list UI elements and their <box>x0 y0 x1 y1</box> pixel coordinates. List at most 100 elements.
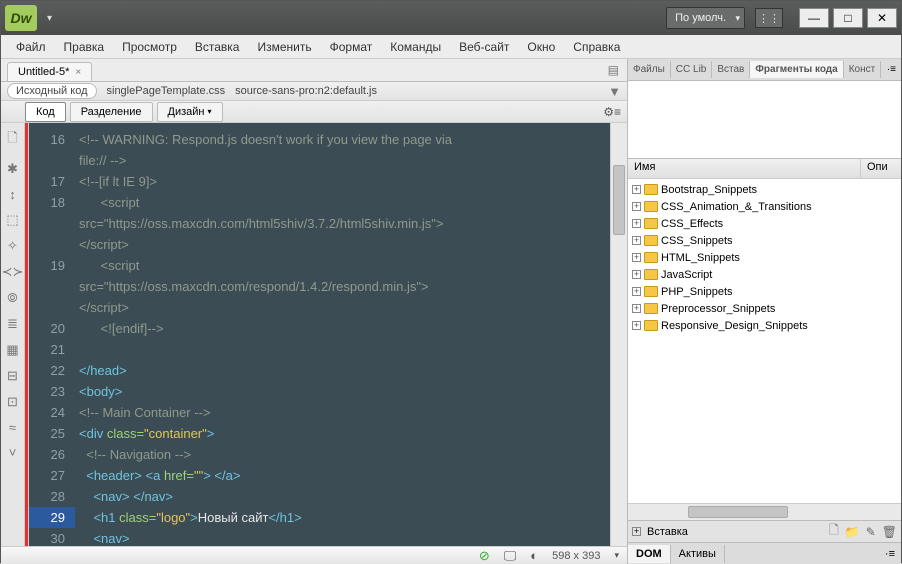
insert-panel-label[interactable]: Вставка <box>647 526 688 538</box>
panel-menu-icon[interactable]: ·≡ <box>879 548 901 560</box>
size-menu-caret[interactable]: ▾ <box>614 550 619 561</box>
tool-icon[interactable]: ⬚ <box>6 212 18 228</box>
menu-item[interactable]: Изменить <box>248 40 320 54</box>
workspace-layout-select[interactable]: По умолч. <box>666 7 745 29</box>
panel-tab[interactable]: Файлы <box>628 61 671 78</box>
tool-icon[interactable]: ▦ <box>6 342 18 358</box>
related-file[interactable]: singlePageTemplate.css <box>107 85 226 97</box>
folder-icon <box>644 252 658 263</box>
expand-icon[interactable]: + <box>632 253 641 262</box>
maximize-button[interactable]: □ <box>833 8 863 28</box>
folder-icon <box>644 303 658 314</box>
snippet-folder[interactable]: + JavaScript <box>628 266 901 283</box>
menu-item[interactable]: Команды <box>381 40 450 54</box>
view-options-icon[interactable]: ⚙≡ <box>603 105 621 119</box>
tool-icon[interactable]: ⦾ <box>7 290 17 306</box>
menu-item[interactable]: Справка <box>564 40 629 54</box>
panel-tab[interactable]: CC Lib <box>671 61 713 78</box>
panel-menu-icon[interactable]: ·≡ <box>882 64 901 75</box>
snippet-folder[interactable]: + CSS_Snippets <box>628 232 901 249</box>
expand-icon[interactable]: + <box>632 304 641 313</box>
panel-tab[interactable]: Конст <box>844 61 882 78</box>
tool-icon[interactable]: ⊟ <box>7 368 18 384</box>
error-status-icon[interactable]: ⊘ <box>479 548 490 564</box>
menu-item[interactable]: Окно <box>518 40 564 54</box>
expand-icon[interactable]: + <box>632 321 641 330</box>
snippet-name: PHP_Snippets <box>661 286 733 298</box>
snippet-folder[interactable]: + PHP_Snippets <box>628 283 901 300</box>
close-tab-icon[interactable]: × <box>75 67 81 78</box>
snippets-tree[interactable]: +Bootstrap_Snippets+CSS_Animation_&_Tran… <box>628 179 901 503</box>
code-toolbar: 🗋 ✱ ↕ ⬚ ✧ ≺≻ ⦾ ≣ ▦ ⊟ ⊡ ≈ ˅ <box>1 123 25 546</box>
dom-tab[interactable]: DOM <box>628 545 671 563</box>
canvas-size: 598 x 393 <box>552 550 600 562</box>
delete-snippet-icon[interactable]: 🗑 <box>882 525 897 539</box>
panel-tab[interactable]: Встав <box>712 61 750 78</box>
snippet-folder[interactable]: +Bootstrap_Snippets <box>628 181 901 198</box>
tool-icon[interactable]: ✱ <box>7 161 18 177</box>
snippet-name: CSS_Animation_&_Transitions <box>661 201 812 213</box>
horizontal-scrollbar[interactable] <box>628 503 901 520</box>
tool-icon[interactable]: ⊡ <box>7 394 18 410</box>
snippet-folder[interactable]: + CSS_Animation_&_Transitions <box>628 198 901 215</box>
folder-icon <box>644 201 658 212</box>
menu-item[interactable]: Формат <box>321 40 382 54</box>
folder-icon <box>644 269 658 280</box>
document-tab-label: Untitled-5* <box>18 66 69 78</box>
download-icon[interactable]: ◐ <box>530 548 538 563</box>
code-editor[interactable]: 1617181920212223242526272829303132 <!-- … <box>29 123 627 546</box>
col-desc[interactable]: Опи <box>861 159 901 178</box>
folder-icon <box>644 235 658 246</box>
close-button[interactable]: ✕ <box>867 8 897 28</box>
expand-icon[interactable]: + <box>632 185 641 194</box>
design-view-button[interactable]: Дизайн▾ <box>157 102 223 122</box>
tool-icon[interactable]: ✧ <box>7 238 18 254</box>
tool-icon[interactable]: ≣ <box>7 316 18 332</box>
device-preview-icon[interactable]: 🖵 <box>504 548 517 564</box>
tool-icon[interactable]: ˅ <box>9 445 17 460</box>
menu-item[interactable]: Вставка <box>186 40 249 54</box>
tool-icon[interactable]: ≈ <box>9 420 16 435</box>
split-view-button[interactable]: Разделение <box>70 102 153 122</box>
menu-bar: ФайлПравкаПросмотрВставкаИзменитьФорматК… <box>1 35 901 59</box>
snippet-folder[interactable]: +HTML_Snippets <box>628 249 901 266</box>
assets-tab[interactable]: Активы <box>671 545 725 563</box>
col-name[interactable]: Имя <box>628 159 861 178</box>
menu-item[interactable]: Правка <box>55 40 114 54</box>
minimize-button[interactable]: — <box>799 8 829 28</box>
tool-icon[interactable]: ≺≻ <box>2 264 24 280</box>
expand-icon[interactable]: + <box>632 219 641 228</box>
code-view-button[interactable]: Код <box>25 102 66 122</box>
expand-icon[interactable]: + <box>632 202 641 211</box>
vertical-scrollbar[interactable] <box>610 123 627 546</box>
document-tab[interactable]: Untitled-5* × <box>7 62 92 81</box>
snippet-name: JavaScript <box>661 269 712 281</box>
expand-icon[interactable]: + <box>632 236 641 245</box>
menu-item[interactable]: Файл <box>7 40 55 54</box>
new-folder-icon[interactable]: 📁 <box>845 525 860 539</box>
folder-icon <box>644 218 658 229</box>
panel-tab[interactable]: Фрагменты кода <box>750 61 843 78</box>
snippet-name: CSS_Snippets <box>661 235 733 247</box>
snippet-folder[interactable]: + Responsive_Design_Snippets <box>628 317 901 334</box>
expand-icon[interactable]: + <box>632 270 641 279</box>
expand-icon[interactable]: + <box>632 287 641 296</box>
tab-overflow-icon[interactable]: ▤ <box>600 59 627 81</box>
menu-item[interactable]: Просмотр <box>113 40 186 54</box>
snippet-folder[interactable]: + Preprocessor_Snippets <box>628 300 901 317</box>
folder-icon <box>644 320 658 331</box>
tool-icon[interactable]: 🗋 <box>7 129 17 151</box>
related-file[interactable]: source-sans-pro:n2:default.js <box>235 85 377 97</box>
edit-snippet-icon[interactable]: ✎ <box>866 525 876 539</box>
tool-icon[interactable]: ↕ <box>9 187 16 202</box>
sync-settings-button[interactable]: ⋮⋮ <box>755 8 783 28</box>
filter-icon[interactable]: ▼ <box>608 84 621 99</box>
expand-insert-panel[interactable]: + <box>632 527 641 536</box>
snippet-name: Responsive_Design_Snippets <box>661 320 808 332</box>
snippet-name: Preprocessor_Snippets <box>661 303 775 315</box>
new-snippet-icon[interactable]: 🗋 <box>829 521 839 542</box>
snippet-folder[interactable]: +CSS_Effects <box>628 215 901 232</box>
app-menu-caret[interactable]: ▾ <box>47 13 52 24</box>
menu-item[interactable]: Веб-сайт <box>450 40 518 54</box>
source-code-chip[interactable]: Исходный код <box>7 83 97 99</box>
